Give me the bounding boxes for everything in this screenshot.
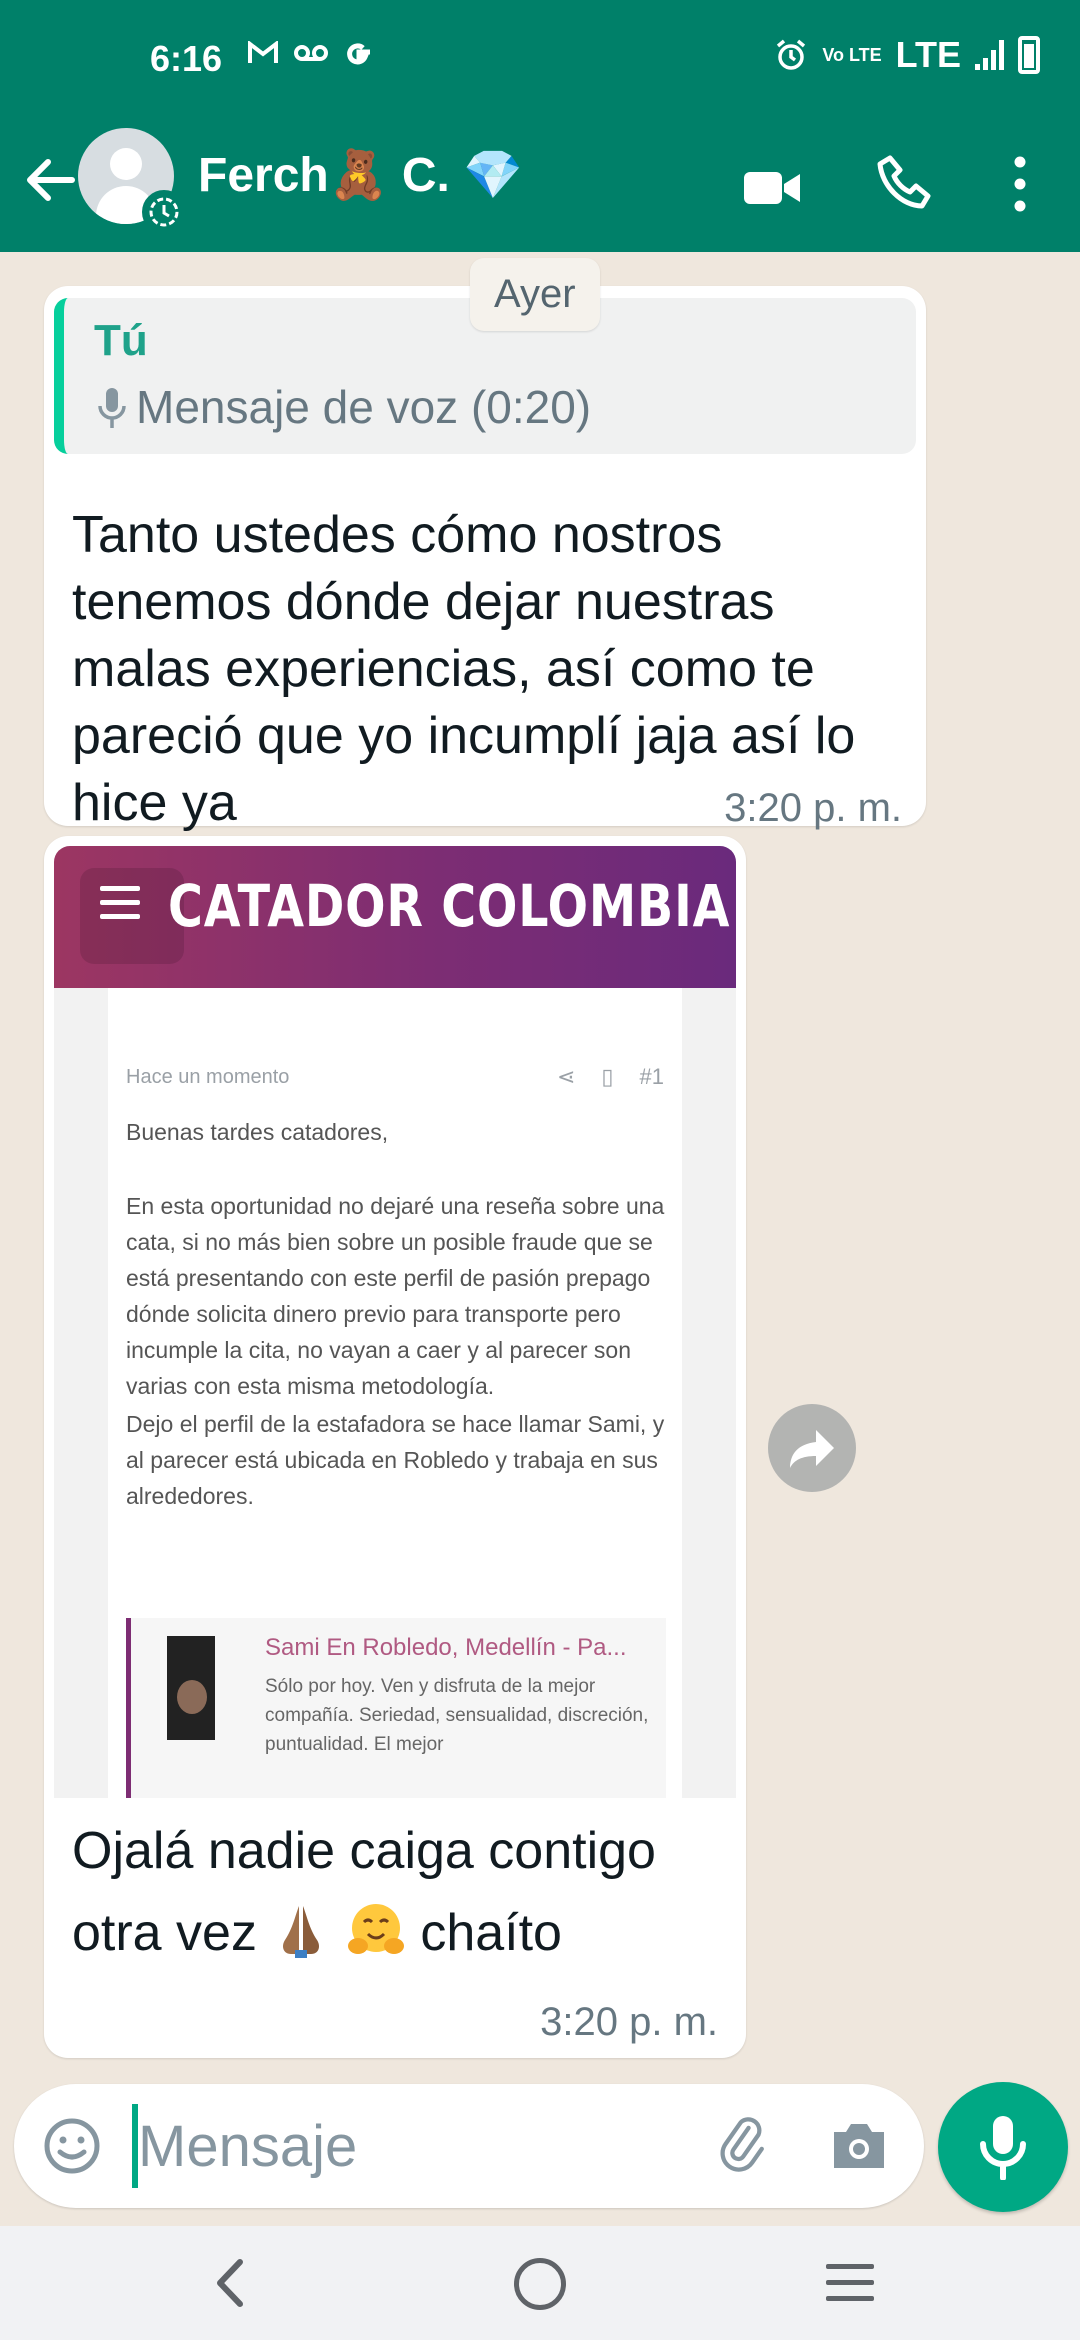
status-time: 6:16 xyxy=(150,38,223,79)
nav-back-icon[interactable] xyxy=(206,2256,254,2310)
forward-icon xyxy=(790,1430,834,1468)
post-meta: Hace un momento xyxy=(126,1066,290,1088)
google-icon xyxy=(347,43,370,65)
post-paragraph: En esta oportunidad no dejaré una reseña… xyxy=(126,1193,665,1399)
nav-home-icon[interactable] xyxy=(514,2258,566,2310)
contact-name[interactable]: Ferch🧸 C. 💎 xyxy=(198,146,523,203)
system-nav-bar xyxy=(0,2226,1080,2340)
post-card: Hace un momento ⋖ ▯ #1 Buenas tardes cat… xyxy=(108,988,682,1798)
shared-screenshot[interactable]: CATADOR COLOMBIA Hace un momento ⋖ ▯ #1 … xyxy=(54,846,736,1798)
quote-author: Tú xyxy=(94,316,148,365)
share-icon: ⋖ xyxy=(556,1064,576,1089)
mic-icon xyxy=(98,388,126,428)
network-type: LTE xyxy=(895,34,961,75)
message-time: 3:20 p. m. xyxy=(724,786,902,830)
gmail-icon xyxy=(248,41,278,63)
voicemail-icon xyxy=(294,45,328,61)
folded-hands-emoji-icon xyxy=(283,1906,320,1958)
forward-button[interactable] xyxy=(768,1404,856,1492)
status-update-icon xyxy=(142,190,186,234)
nav-recents-icon[interactable] xyxy=(826,2264,874,2304)
voice-call-icon[interactable] xyxy=(876,154,934,212)
hugging-face-emoji-icon xyxy=(347,1904,404,1954)
signal-icon xyxy=(975,40,1004,70)
message-text: Ojalá nadie caiga contigo otra vez chaít… xyxy=(72,1810,732,1974)
post-actions: ⋖ ▯ #1 xyxy=(557,1064,664,1090)
more-options-icon[interactable] xyxy=(1000,152,1040,216)
message-input[interactable] xyxy=(138,2102,698,2190)
message-bubble[interactable]: CATADOR COLOMBIA Hace un momento ⋖ ▯ #1 … xyxy=(44,836,746,2058)
status-notification-icons xyxy=(248,38,374,68)
site-banner: CATADOR COLOMBIA xyxy=(54,846,736,988)
top-app-bar: 6:16 Vo LTE LTE Ferch🧸 C. 💎 xyxy=(0,0,1080,252)
video-call-icon[interactable] xyxy=(742,158,802,218)
message-time: 3:20 p. m. xyxy=(540,2000,718,2044)
volte-icon: Vo LTE xyxy=(822,45,882,65)
post-paragraph: Dejo el perfil de la estafadora se hace … xyxy=(126,1411,665,1509)
bookmark-icon: ▯ xyxy=(601,1064,614,1089)
link-thumbnail xyxy=(167,1636,215,1740)
link-description: Sólo por hoy. Ven y disfruta de la mejor… xyxy=(265,1676,649,1755)
attach-icon[interactable] xyxy=(710,2114,774,2178)
status-bar: 6:16 Vo LTE LTE xyxy=(0,0,1080,120)
date-chip: Ayer xyxy=(470,258,600,331)
post-number: #1 xyxy=(639,1064,664,1089)
quote-text: Mensaje de voz (0:20) xyxy=(136,381,592,433)
link-preview: Sami En Robledo, Medellín - Pa... Sólo p… xyxy=(126,1618,666,1798)
message-composer xyxy=(14,2084,924,2208)
alarm-icon xyxy=(777,39,806,70)
camera-icon[interactable] xyxy=(828,2116,890,2176)
post-greeting: Buenas tardes catadores, xyxy=(126,1119,389,1145)
emoji-icon[interactable] xyxy=(40,2114,104,2178)
back-arrow-icon[interactable] xyxy=(20,150,80,210)
battery-icon xyxy=(1018,36,1040,74)
chat-header: Ferch🧸 C. 💎 xyxy=(0,120,1080,252)
voice-record-button[interactable] xyxy=(938,2082,1068,2212)
menu-icon xyxy=(100,886,140,926)
chat-area[interactable]: Tú Mensaje de voz (0:20) Tanto ustedes c… xyxy=(0,252,1080,2222)
link-title: Sami En Robledo, Medellín - Pa... xyxy=(265,1634,627,1661)
status-system-icons: Vo LTE LTE xyxy=(774,34,1040,76)
mic-icon xyxy=(980,2116,1026,2180)
message-bubble[interactable]: Tú Mensaje de voz (0:20) Tanto ustedes c… xyxy=(44,286,926,832)
site-title: CATADOR COLOMBIA xyxy=(168,872,731,940)
message-text-part: chaíto xyxy=(405,1904,562,1962)
